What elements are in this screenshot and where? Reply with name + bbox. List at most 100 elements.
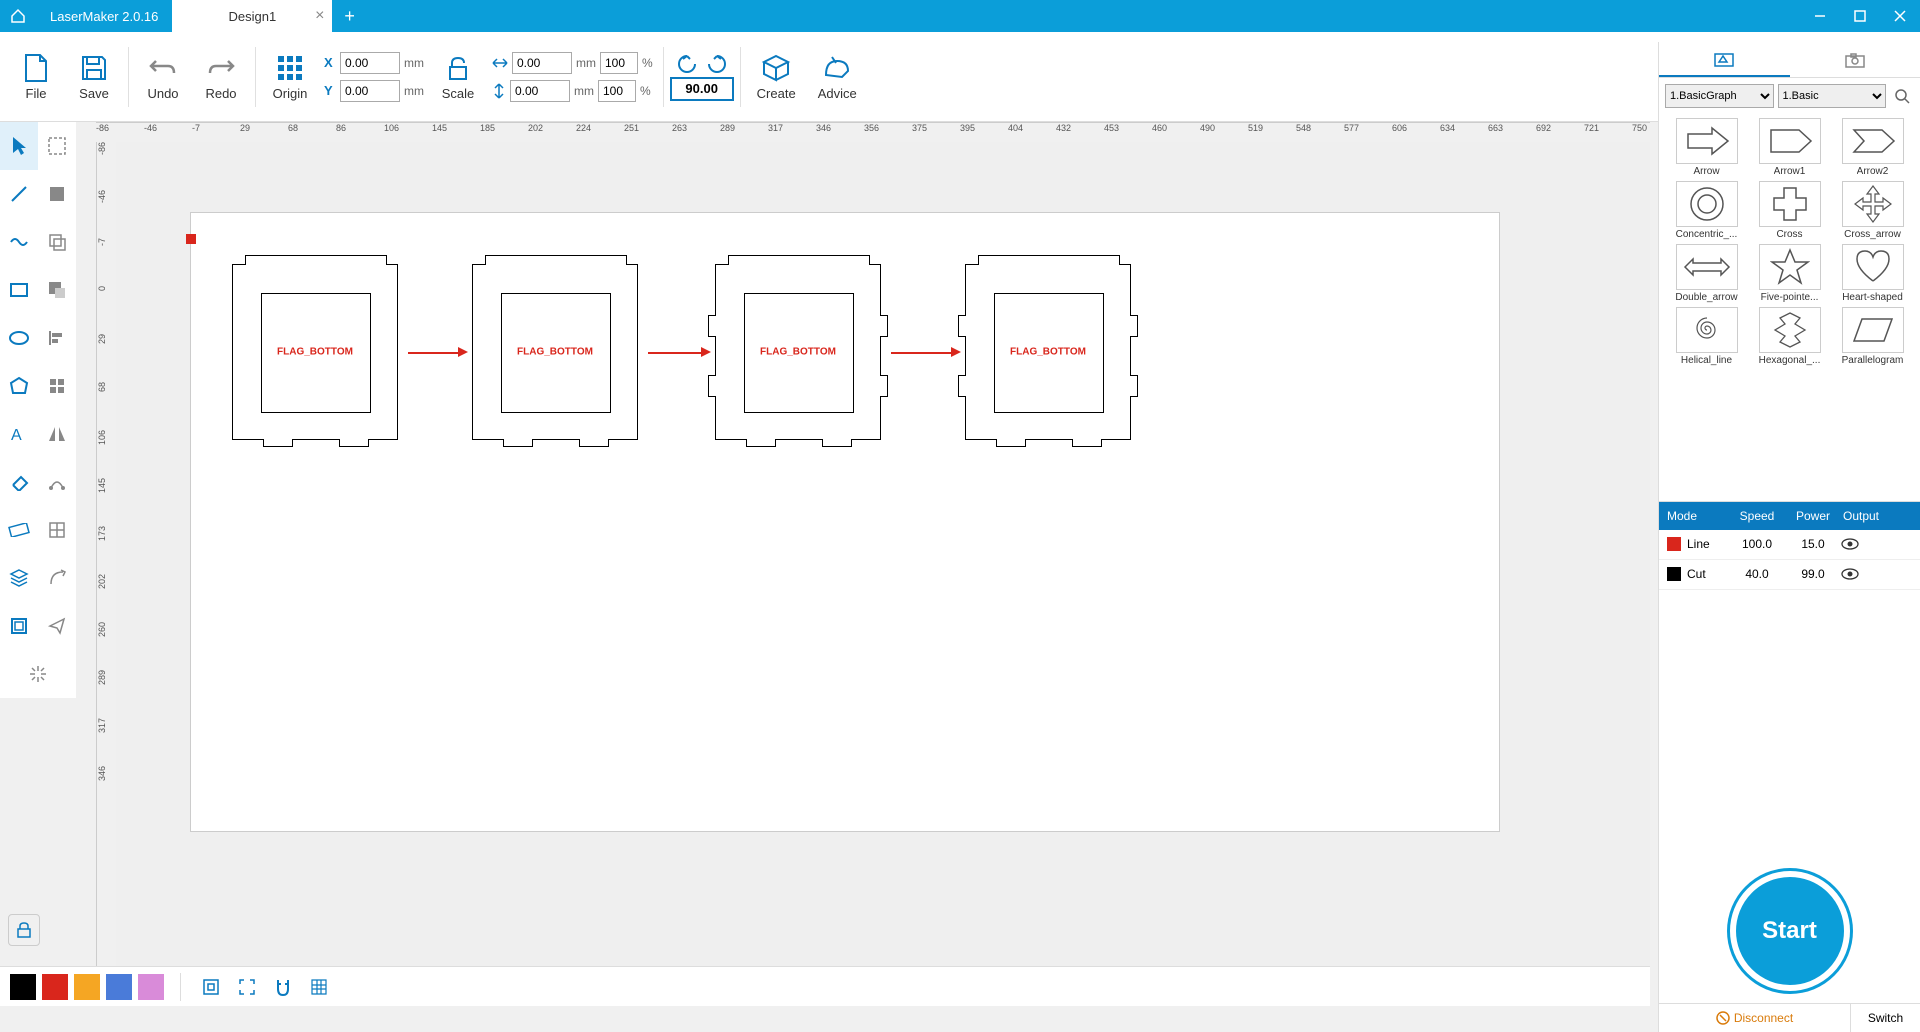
eraser-tool[interactable]	[0, 458, 38, 506]
col-output: Output	[1841, 509, 1881, 523]
shape-name: Helical_line	[1681, 355, 1732, 366]
shape-item[interactable]: Five-pointe...	[1750, 244, 1829, 303]
ellipse-tool[interactable]	[0, 314, 38, 362]
create-button[interactable]: Create	[747, 48, 806, 105]
height-input[interactable]	[510, 80, 570, 102]
shape-item[interactable]: Helical_line	[1667, 307, 1746, 366]
file-button[interactable]: File	[8, 48, 64, 105]
send-tool[interactable]	[38, 602, 76, 650]
text-tool[interactable]: A	[0, 410, 38, 458]
x-input[interactable]	[340, 52, 400, 74]
frame-tool[interactable]	[0, 602, 38, 650]
connection-status[interactable]: Disconnect	[1659, 1004, 1850, 1032]
search-icon[interactable]	[1890, 84, 1914, 108]
y-label: Y	[324, 83, 336, 98]
shape-item[interactable]: Arrow	[1667, 118, 1746, 177]
origin-icon	[274, 52, 306, 84]
shape-item[interactable]: Arrow1	[1750, 118, 1829, 177]
advice-button[interactable]: Advice	[808, 48, 867, 105]
color-swatch[interactable]	[106, 974, 132, 1000]
minimize-button[interactable]	[1800, 0, 1840, 32]
path-tool[interactable]	[38, 554, 76, 602]
vertical-ruler: -86-46-702968106145173202260289317346	[96, 142, 116, 970]
rect-tool[interactable]	[0, 266, 38, 314]
burst-tool[interactable]	[0, 650, 76, 698]
shape-item[interactable]: Concentric_...	[1667, 181, 1746, 240]
lock-button[interactable]	[8, 914, 40, 946]
color-swatch[interactable]	[74, 974, 100, 1000]
marquee-tool[interactable]	[38, 122, 76, 170]
shapes-tab[interactable]	[1659, 42, 1790, 77]
design-piece[interactable]: FLAG_BOTTOM	[472, 264, 638, 440]
shape-name: Cross	[1776, 229, 1802, 240]
angle-input[interactable]	[670, 77, 734, 101]
color-swatch[interactable]	[138, 974, 164, 1000]
scale-x-input[interactable]	[600, 52, 638, 74]
shape-name: Arrow1	[1774, 166, 1806, 177]
shape-item[interactable]: Hexagonal_...	[1750, 307, 1829, 366]
save-button[interactable]: Save	[66, 48, 122, 105]
magnet-icon[interactable]	[269, 973, 297, 1001]
curve-tool[interactable]	[0, 218, 38, 266]
tab-label: Design1	[229, 9, 277, 24]
width-input[interactable]	[512, 52, 572, 74]
fill-tool[interactable]	[38, 170, 76, 218]
subtract-tool[interactable]	[38, 266, 76, 314]
redo-button[interactable]: Redo	[193, 48, 249, 105]
origin-marker	[186, 234, 196, 244]
zoom-extents-icon[interactable]	[233, 973, 261, 1001]
rotate-cw-icon[interactable]	[706, 53, 728, 75]
home-button[interactable]	[0, 0, 36, 32]
maximize-button[interactable]	[1840, 0, 1880, 32]
measure-tool[interactable]	[0, 506, 38, 554]
origin-button[interactable]: Origin	[262, 48, 318, 105]
advice-icon	[821, 52, 853, 84]
scale-button[interactable]: Scale	[430, 48, 486, 105]
color-swatch[interactable]	[42, 974, 68, 1000]
shape-item[interactable]: Cross_arrow	[1833, 181, 1912, 240]
undo-button[interactable]: Undo	[135, 48, 191, 105]
polygon-tool[interactable]	[0, 362, 38, 410]
close-button[interactable]	[1880, 0, 1920, 32]
switch-button[interactable]: Switch	[1850, 1004, 1920, 1032]
grid-tool[interactable]	[38, 506, 76, 554]
add-tab-button[interactable]: +	[332, 6, 367, 27]
document-tab[interactable]: Design1 ×	[172, 0, 332, 32]
grid-toggle-icon[interactable]	[305, 973, 333, 1001]
rotate-group	[670, 53, 734, 101]
node-edit-tool[interactable]	[38, 458, 76, 506]
shape-item[interactable]: Heart-shaped	[1833, 244, 1912, 303]
mirror-tool[interactable]	[38, 410, 76, 458]
shape-subcategory-select[interactable]: 1.Basic	[1778, 84, 1887, 108]
line-tool[interactable]	[0, 170, 38, 218]
array-tool[interactable]	[38, 362, 76, 410]
close-icon[interactable]: ×	[315, 7, 324, 25]
rotate-ccw-icon[interactable]	[676, 53, 698, 75]
eye-icon[interactable]	[1841, 567, 1859, 581]
shape-item[interactable]: Arrow2	[1833, 118, 1912, 177]
tool-sidebar: A	[0, 122, 76, 698]
shape-name: Parallelogram	[1842, 355, 1904, 366]
design-piece[interactable]: FLAG_BOTTOM	[232, 264, 398, 440]
clone-tool[interactable]	[38, 218, 76, 266]
color-swatch[interactable]	[10, 974, 36, 1000]
camera-tab[interactable]	[1790, 42, 1920, 77]
align-tool[interactable]	[38, 314, 76, 362]
right-panel: 1.BasicGraph 1.Basic Arrow Arrow1 Arrow2 Co…	[1658, 42, 1920, 1032]
layers-tool[interactable]	[0, 554, 38, 602]
select-tool[interactable]	[0, 122, 38, 170]
design-piece[interactable]: FLAG_BOTTOM	[965, 264, 1131, 440]
shape-item[interactable]: Double_arrow	[1667, 244, 1746, 303]
eye-icon[interactable]	[1841, 537, 1859, 551]
fit-icon[interactable]	[197, 973, 225, 1001]
layer-row[interactable]: Line100.015.0	[1659, 530, 1920, 560]
design-piece[interactable]: FLAG_BOTTOM	[715, 264, 881, 440]
start-button[interactable]: Start	[1730, 871, 1850, 991]
redo-icon	[205, 52, 237, 84]
y-input[interactable]	[340, 80, 400, 102]
shape-category-select[interactable]: 1.BasicGraph	[1665, 84, 1774, 108]
layer-row[interactable]: Cut40.099.0	[1659, 560, 1920, 590]
shape-item[interactable]: Parallelogram	[1833, 307, 1912, 366]
scale-y-input[interactable]	[598, 80, 636, 102]
shape-item[interactable]: Cross	[1750, 181, 1829, 240]
